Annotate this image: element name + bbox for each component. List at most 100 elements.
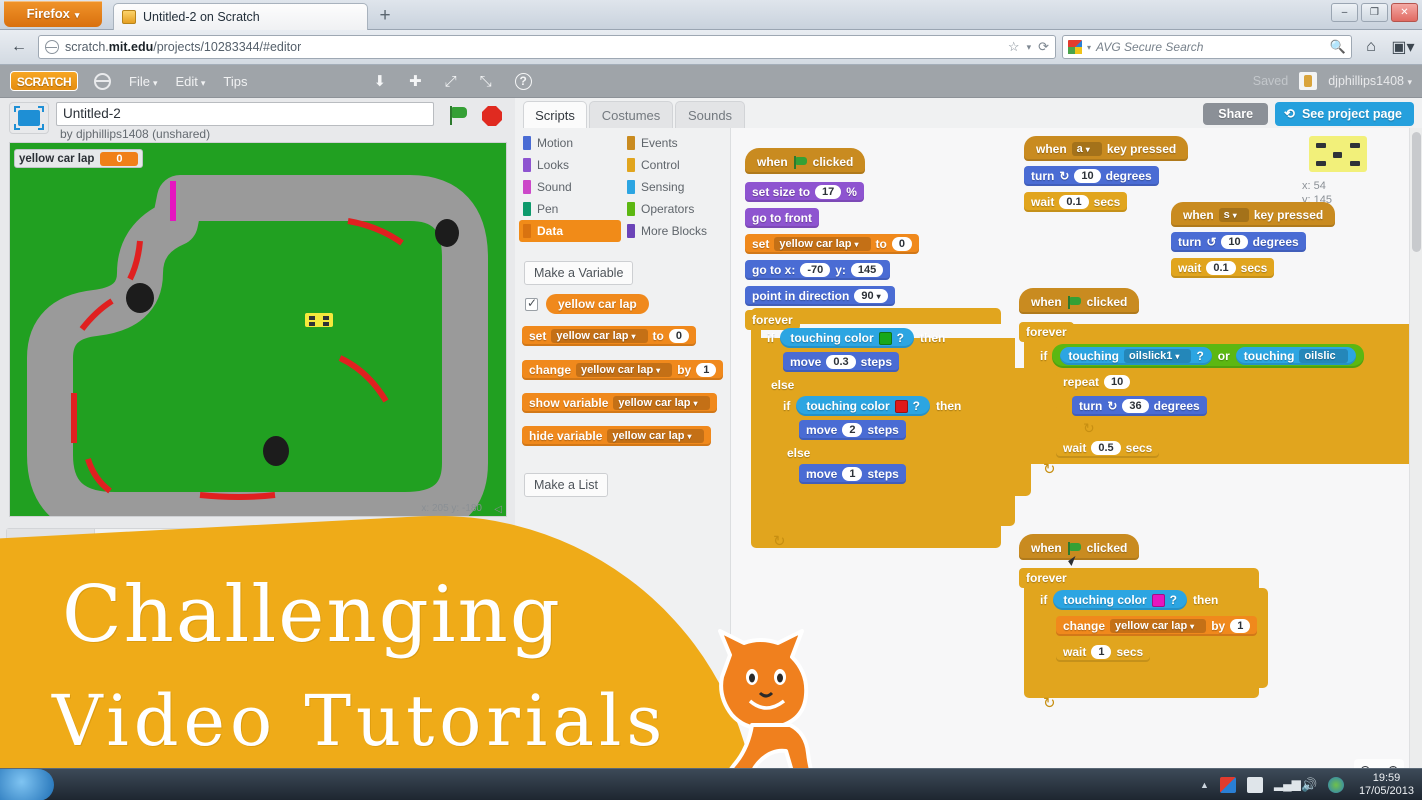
menu-tips[interactable]: Tips (223, 74, 247, 89)
grow-icon[interactable]: ✚ (409, 72, 422, 90)
search-input[interactable]: AVG Secure Search (1096, 40, 1203, 54)
point-in-direction-block[interactable]: point in direction 90 ▾ (745, 286, 895, 306)
steps-input[interactable]: 1 (842, 467, 863, 481)
tab-sounds[interactable]: Sounds (675, 101, 745, 128)
set-variable-block[interactable]: set yellow car lap ▾ to 0 (745, 234, 919, 254)
set-size-block[interactable]: set size to 17 % (745, 182, 864, 202)
signal-icon[interactable]: ▂▄▆ (1274, 777, 1301, 793)
volume-icon[interactable]: 🔊 (1301, 777, 1317, 793)
forever-block[interactable]: forever (745, 310, 800, 330)
turn-right-block-2[interactable]: turn ↻ 36 degrees (1072, 396, 1207, 416)
move-steps-block-2[interactable]: move 2 steps (799, 420, 906, 440)
project-title-input[interactable]: Untitled-2 (56, 102, 434, 126)
shrink-icon[interactable]: ⤢ (445, 73, 457, 90)
x-input[interactable]: -70 (800, 263, 831, 277)
key-dropdown[interactable]: a ▾ (1071, 142, 1102, 156)
avg-icon[interactable] (1219, 777, 1236, 793)
touching-color-block-3[interactable]: touching color ? (1053, 590, 1188, 610)
degrees-input[interactable]: 10 (1221, 235, 1248, 249)
clock[interactable]: 19:59 17/05/2013 (1359, 772, 1414, 798)
secs-input[interactable]: 0.5 (1091, 441, 1121, 455)
color-swatch[interactable] (878, 331, 892, 345)
green-flag-icon[interactable] (448, 106, 468, 126)
if-block-2[interactable]: if touching color ? then (783, 396, 961, 416)
wait-block-4[interactable]: wait 1 secs (1056, 642, 1151, 662)
repeat-block[interactable]: repeat 10 (1056, 372, 1138, 392)
secs-input[interactable]: 1 (1091, 645, 1112, 659)
go-to-front-block[interactable]: go to front (745, 208, 819, 228)
scripts-vertical-scrollbar[interactable] (1409, 128, 1422, 800)
wait-block-1[interactable]: wait 0.1 secs (1024, 192, 1128, 212)
variable-dropdown[interactable]: yellow car lap ▾ (576, 363, 673, 377)
secs-input[interactable]: 0.1 (1059, 195, 1089, 209)
touching-color-block-2[interactable]: touching color ? (796, 396, 931, 416)
move-steps-block-3[interactable]: move 1 steps (799, 464, 906, 484)
close-button[interactable]: ✕ (1391, 3, 1418, 22)
tab-costumes[interactable]: Costumes (589, 101, 673, 128)
fullscreen-button[interactable] (9, 102, 49, 134)
category-looks[interactable]: Looks (519, 154, 621, 176)
key-dropdown[interactable]: s ▾ (1218, 208, 1249, 222)
firefox-menu-button[interactable]: Firefox ▾ (4, 1, 102, 27)
network-printer-icon[interactable] (1246, 777, 1263, 793)
value-input[interactable]: 1 (696, 363, 717, 377)
if-block-4[interactable]: if touching color ? then (1040, 590, 1218, 610)
category-more-blocks[interactable]: More Blocks (623, 220, 731, 242)
browser-tab[interactable]: Untitled-2 on Scratch (113, 3, 368, 30)
sprite-dropdown[interactable]: oilslic (1299, 349, 1348, 363)
username-menu[interactable]: djphillips1408 ▾ (1328, 74, 1412, 88)
direction-dropdown[interactable]: 90 ▾ (854, 289, 888, 303)
variable-checkbox-row[interactable]: yellow car lap (525, 294, 649, 314)
palette-show-variable-block[interactable]: show variable yellow car lap ▾ (522, 393, 717, 413)
hat-when-flag-clicked-3[interactable]: when clicked (1019, 534, 1140, 560)
color-swatch[interactable] (1151, 593, 1165, 607)
category-data[interactable]: Data (519, 220, 621, 242)
or-operator-block[interactable]: touching oilslick1 ▾ ? or touching oilsli… (1052, 344, 1364, 368)
search-icon[interactable]: 🔍 (1330, 39, 1346, 55)
hat-when-flag-clicked-1[interactable]: when clicked (745, 148, 866, 174)
new-tab-button[interactable]: + (372, 6, 398, 28)
scrollbar-thumb[interactable] (1412, 132, 1421, 252)
repeat-count-input[interactable]: 10 (1104, 375, 1131, 389)
language-globe-icon[interactable] (94, 72, 111, 90)
size-input[interactable]: 17 (815, 185, 842, 199)
color-swatch[interactable] (894, 399, 908, 413)
touching-color-block-1[interactable]: touching color ? (780, 328, 915, 348)
variable-dropdown[interactable]: yellow car lap ▾ (551, 329, 648, 343)
chevron-down-icon[interactable]: ▾ (1087, 43, 1091, 52)
make-a-variable-button[interactable]: Make a Variable (524, 261, 634, 285)
category-motion[interactable]: Motion (519, 132, 621, 154)
stage-resize-handle[interactable]: ◁ (494, 504, 502, 515)
avatar[interactable] (1299, 72, 1318, 90)
steps-input[interactable]: 2 (842, 423, 863, 437)
menu-edit[interactable]: Edit ▾ (175, 74, 205, 89)
if-block-1[interactable]: if touching color ? then (767, 328, 945, 348)
reload-icon[interactable]: ⟳ (1038, 39, 1049, 55)
value-input[interactable]: 1 (1230, 619, 1251, 633)
forever-block-3[interactable]: forever (1019, 568, 1074, 588)
category-operators[interactable]: Operators (623, 198, 731, 220)
turn-right-block-1[interactable]: turn ↻ 10 degrees (1024, 166, 1159, 186)
back-icon[interactable]: ← (6, 34, 32, 60)
scratch-logo[interactable]: SCRATCH (10, 71, 78, 91)
wait-block-3[interactable]: wait 0.5 secs (1056, 438, 1160, 458)
variable-dropdown[interactable]: yellow car lap ▾ (1110, 619, 1207, 633)
value-input[interactable]: 0 (668, 329, 689, 343)
secs-input[interactable]: 0.1 (1206, 261, 1236, 275)
category-sensing[interactable]: Sensing (623, 176, 731, 198)
stamp-icon[interactable]: ⬇ (374, 72, 387, 90)
steps-input[interactable]: 0.3 (826, 355, 856, 369)
home-icon[interactable]: ⌂ (1358, 34, 1384, 60)
variable-reporter-block[interactable]: yellow car lap (546, 294, 649, 314)
stage[interactable]: yellow car lap 0 x: 205 y: -180 ◁ (9, 142, 507, 517)
see-project-page-button[interactable]: ⟲ See project page (1275, 102, 1414, 126)
extensions-icon[interactable]: ▣▾ (1390, 34, 1416, 60)
sprite-dropdown[interactable]: oilslick1 ▾ (1124, 349, 1192, 363)
search-bar[interactable]: ▾ AVG Secure Search 🔍 (1062, 35, 1352, 59)
move-steps-block-1[interactable]: move 0.3 steps (783, 352, 900, 372)
category-control[interactable]: Control (623, 154, 731, 176)
category-sound[interactable]: Sound (519, 176, 621, 198)
variable-dropdown[interactable]: yellow car lap ▾ (774, 237, 871, 251)
palette-set-variable-block[interactable]: set yellow car lap ▾ to 0 (522, 326, 696, 346)
share-button[interactable]: Share (1203, 103, 1269, 125)
